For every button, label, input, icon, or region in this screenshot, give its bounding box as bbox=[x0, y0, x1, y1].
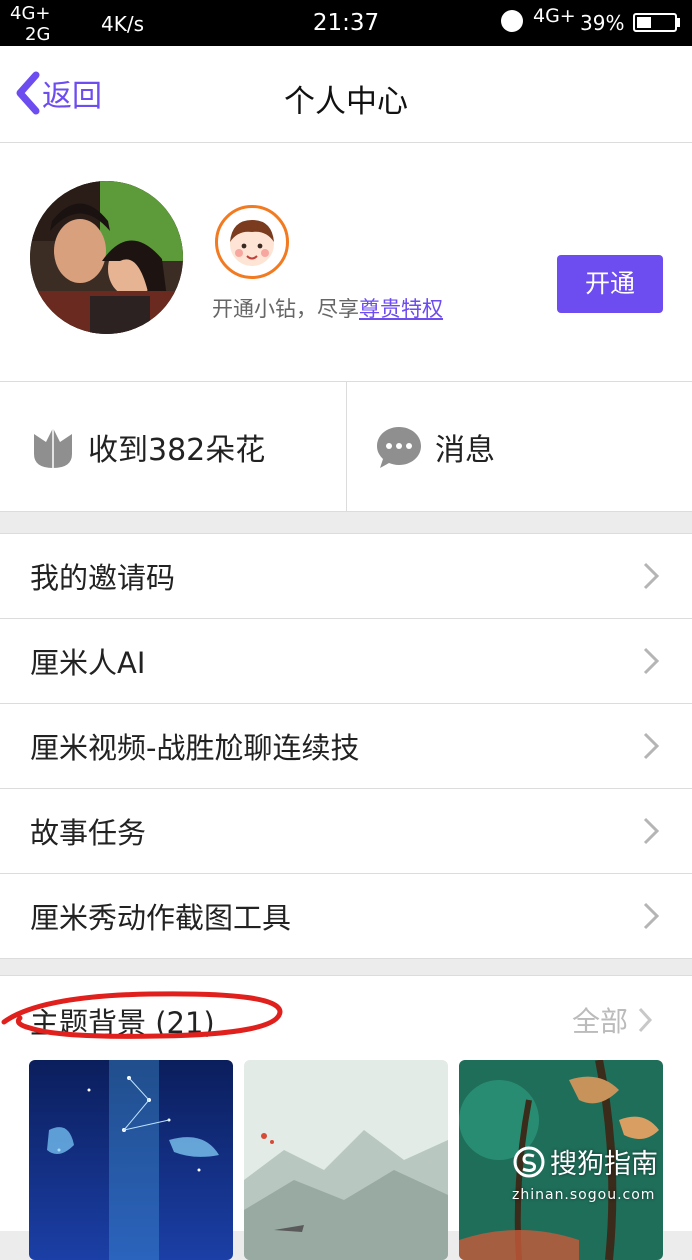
flower-icon bbox=[34, 427, 72, 468]
menu-item-story-tasks[interactable]: 故事任务 bbox=[0, 789, 692, 874]
vip-privilege-link[interactable]: 尊贵特权 bbox=[359, 297, 443, 321]
flowers-received[interactable]: 收到382朵花 bbox=[0, 382, 345, 511]
menu-item-label: 我的邀请码 bbox=[30, 561, 176, 595]
menu-item-label: 故事任务 bbox=[30, 816, 147, 850]
battery-icon bbox=[633, 13, 677, 32]
menu-item-label: 厘米秀动作截图工具 bbox=[30, 901, 292, 935]
flowers-label: 收到382朵花 bbox=[88, 432, 266, 468]
profile-card: 开通小钻，尽享尊贵特权 开通 bbox=[0, 143, 692, 381]
vip-promo-text: 开通小钻，尽享尊贵特权 bbox=[212, 293, 443, 323]
chevron-right-icon bbox=[643, 732, 660, 760]
battery-percent: 39% bbox=[580, 11, 625, 35]
alarm-icon bbox=[501, 10, 523, 32]
avatar[interactable] bbox=[30, 181, 183, 334]
status-bar: 4G+ 2G 4K/s 21:37 4G+ 39% bbox=[0, 0, 692, 46]
network-indicator-right: 4G+ bbox=[533, 5, 576, 27]
vip-badge-icon[interactable] bbox=[215, 205, 289, 279]
menu-item-cmshow-ai[interactable]: 厘米人AI bbox=[0, 619, 692, 704]
menu-item-label: 厘米视频-战胜尬聊连续技 bbox=[30, 731, 360, 765]
chevron-right-icon bbox=[643, 817, 660, 845]
chevron-right-icon bbox=[638, 1007, 653, 1033]
battery-tip bbox=[677, 18, 680, 27]
battery-fill bbox=[637, 17, 652, 28]
theme-view-all-button[interactable]: 全部 bbox=[572, 1000, 654, 1040]
chevron-right-icon bbox=[643, 647, 660, 675]
sogou-logo-icon bbox=[513, 1146, 545, 1177]
theme-thumbnail[interactable] bbox=[244, 1060, 448, 1260]
vip-promo-label: 开通小钻，尽享 bbox=[212, 297, 359, 321]
messages-entry[interactable]: 消息 bbox=[346, 382, 692, 511]
chevron-right-icon bbox=[643, 902, 660, 930]
menu-list: 我的邀请码 厘米人AI 厘米视频-战胜尬聊连续技 故事任务 厘米秀动作截图工具 bbox=[0, 533, 692, 959]
stats-row: 收到382朵花 消息 bbox=[0, 381, 692, 512]
watermark-brand: 搜狗指南 bbox=[512, 1142, 658, 1181]
page-title: 个人中心 bbox=[284, 84, 408, 120]
messages-label: 消息 bbox=[435, 432, 495, 468]
cartoon-face-icon bbox=[230, 220, 274, 266]
watermark: 搜狗指南 zhinan.sogou.com bbox=[512, 1142, 658, 1203]
open-vip-button[interactable]: 开通 bbox=[557, 255, 663, 313]
chevron-right-icon bbox=[643, 562, 660, 590]
avatar-photo bbox=[30, 181, 183, 334]
menu-item-cmshow-video[interactable]: 厘米视频-战胜尬聊连续技 bbox=[0, 704, 692, 789]
message-bubble-icon bbox=[377, 426, 421, 468]
nav-bar: 返回 个人中心 bbox=[0, 46, 692, 143]
view-all-label: 全部 bbox=[572, 1005, 629, 1038]
menu-item-screenshot-tool[interactable]: 厘米秀动作截图工具 bbox=[0, 874, 692, 959]
watermark-url: zhinan.sogou.com bbox=[512, 1187, 656, 1203]
menu-item-invite-code[interactable]: 我的邀请码 bbox=[0, 534, 692, 619]
theme-thumbnail[interactable] bbox=[29, 1060, 233, 1260]
menu-item-label: 厘米人AI bbox=[30, 646, 146, 680]
watermark-brand-label: 搜狗指南 bbox=[550, 1149, 658, 1180]
theme-image-constellation bbox=[29, 1060, 233, 1260]
theme-image-mountains bbox=[244, 1060, 448, 1260]
theme-section-title: 主题背景 (21) bbox=[30, 1006, 215, 1040]
